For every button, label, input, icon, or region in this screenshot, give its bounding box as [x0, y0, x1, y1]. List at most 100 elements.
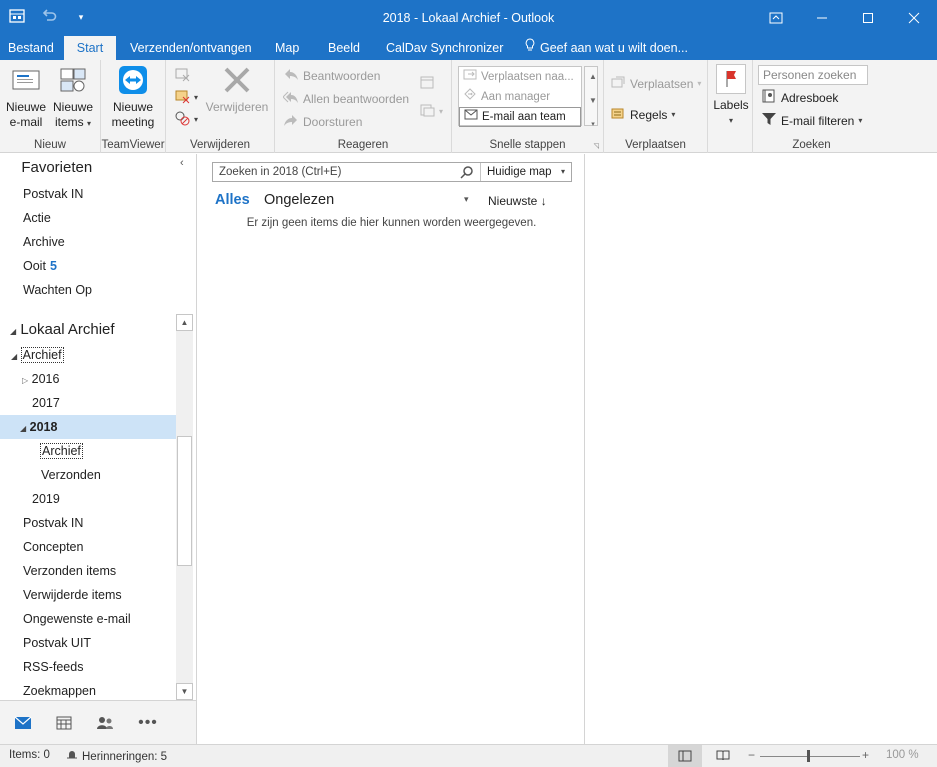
flag-icon [716, 64, 746, 94]
search-icon[interactable] [460, 165, 474, 185]
folder-postvak-uit[interactable]: Postvak UIT [0, 631, 176, 655]
folder-2018-verzonden[interactable]: Verzonden [0, 463, 176, 487]
tab-caldav-synchronizer[interactable]: CalDav Synchronizer [378, 36, 511, 60]
folder-2018-archief[interactable]: Archief [0, 439, 176, 463]
folder-zoekmappen[interactable]: Zoekmappen [0, 679, 176, 700]
zoom-slider-thumb[interactable] [807, 750, 810, 762]
tab-bestand[interactable]: Bestand [0, 36, 62, 60]
tab-verzenden-ontvangen[interactable]: Verzenden/ontvangen [122, 36, 260, 60]
close-icon[interactable] [891, 0, 937, 36]
collapse-pane-icon[interactable]: ‹ [180, 157, 184, 169]
address-book-icon [761, 88, 777, 107]
reply-all-button[interactable]: Allen beantwoorden [282, 89, 409, 108]
tab-map[interactable]: Map [267, 36, 307, 60]
people-icon[interactable] [94, 713, 116, 733]
reminders-indicator[interactable]: Herinneringen: 5 [66, 749, 167, 764]
search-scope-dropdown[interactable]: Huidige map ▾ [481, 163, 571, 181]
sort-label: Nieuwste [488, 194, 538, 208]
new-items-button[interactable]: Nieuwe items ▾ [50, 64, 96, 131]
module-switcher: ••• [0, 700, 197, 744]
lokaal-archief-label: Lokaal Archief [20, 321, 115, 338]
quick-step-move-to[interactable]: Verplaatsen naa... [459, 67, 581, 87]
maximize-icon[interactable] [845, 0, 891, 36]
filter-email-button[interactable]: E-mail filteren ▾ [761, 111, 862, 130]
folder-concepten[interactable]: Concepten [0, 535, 176, 559]
dialog-launcher-icon[interactable]: ◹ [594, 142, 599, 150]
favorite-postvak-in[interactable]: Postvak IN [0, 182, 176, 206]
filter-dropdown-icon[interactable]: ▾ [464, 194, 469, 205]
zoom-out-icon[interactable]: − [748, 748, 755, 762]
tab-beeld[interactable]: Beeld [320, 36, 368, 60]
folder-rss-feeds[interactable]: RSS-feeds [0, 655, 176, 679]
address-book-button[interactable]: Adresboek [761, 88, 838, 107]
delete-button[interactable]: Verwijderen [204, 64, 270, 115]
scroll-down-icon[interactable]: ▼ [176, 683, 193, 700]
filter-all[interactable]: Alles [215, 192, 250, 208]
calendar-icon[interactable] [53, 713, 75, 733]
junk-icon [174, 110, 190, 129]
folder-2017[interactable]: 2017 [0, 391, 176, 415]
new-items-icon [57, 64, 89, 96]
quick-steps-scroll[interactable]: ▲ ▼ ▾ [584, 66, 598, 128]
more-respond-button[interactable]: ▾ [419, 102, 443, 121]
reply-label: Beantwoorden [303, 68, 381, 83]
minimize-icon[interactable] [799, 0, 845, 36]
folder-pane-scrollbar[interactable]: ▲ ▼ [176, 314, 193, 700]
ignore-button[interactable] [174, 66, 190, 85]
quick-step-to-manager[interactable]: Aan manager [459, 87, 581, 107]
reading-view-icon[interactable] [716, 749, 730, 764]
folder-2019[interactable]: 2019 [0, 487, 176, 511]
folder-archief[interactable]: ◢ Archief [0, 343, 176, 367]
folder-2018[interactable]: ◢ 2018 [0, 415, 176, 439]
folder-2016[interactable]: ▷ 2016 [0, 367, 176, 391]
folder-verwijderde-items[interactable]: Verwijderde items [0, 583, 176, 607]
meeting-reply-button[interactable] [419, 74, 435, 93]
folder-postvak-in[interactable]: Postvak IN [0, 511, 176, 535]
group-respond-label: Reageren [337, 139, 389, 151]
title-bar: ▾ 2018 - Lokaal Archief - Outlook [0, 0, 937, 36]
new-email-button[interactable]: Nieuwe e-mail [4, 64, 48, 130]
new-meeting-label-1: Nieuwe [112, 100, 154, 114]
group-find-label: Zoeken [792, 139, 831, 151]
favorite-wachten-op[interactable]: Wachten Op [0, 278, 176, 302]
scroll-up-icon[interactable]: ▲ [176, 314, 193, 331]
normal-view-icon[interactable] [668, 745, 702, 767]
favorite-actie[interactable]: Actie [0, 206, 176, 230]
filter-unread[interactable]: Ongelezen [264, 192, 334, 208]
favorite-ooit[interactable]: Ooit 5 [0, 254, 176, 278]
folder-verzonden-items[interactable]: Verzonden items [0, 559, 176, 583]
junk-button[interactable]: ▾ [174, 110, 198, 129]
forward-button[interactable]: Doorsturen [283, 112, 362, 131]
search-bar: Zoeken in 2018 (Ctrl+E) Huidige map ▾ [212, 162, 572, 182]
clean-up-button[interactable]: ▾ [174, 88, 198, 107]
favorites-header[interactable]: ◢ Favorieten [11, 157, 92, 179]
items-count: Items: 0 [9, 749, 50, 761]
group-teamviewer-label: TeamViewer [101, 139, 165, 151]
zoom-level[interactable]: 100 % [886, 749, 919, 761]
favorites-header-label: Favorieten [21, 159, 93, 176]
quick-step-team-email[interactable]: E-mail aan team [459, 107, 581, 127]
reply-button[interactable]: Beantwoorden [283, 66, 380, 85]
scroll-thumb[interactable] [177, 436, 192, 566]
group-delete-label: Verwijderen [189, 139, 251, 151]
more-modules-icon[interactable]: ••• [137, 713, 159, 733]
tell-me-box[interactable]: Geef aan wat u wilt doen... [516, 36, 696, 60]
tab-start[interactable]: Start [64, 36, 116, 60]
zoom-slider[interactable] [760, 756, 860, 757]
mail-icon[interactable] [12, 713, 34, 733]
group-respond: Beantwoorden Allen beantwoorden Doorstur… [275, 60, 452, 153]
folder-ongewenste-email[interactable]: Ongewenste e-mail [0, 607, 176, 631]
quick-steps-gallery: Verplaatsen naa... Aan manager E-mail aa… [458, 66, 598, 128]
new-meeting-button[interactable]: Nieuwe meeting [107, 64, 159, 130]
search-people-input[interactable]: Personen zoeken [758, 65, 868, 85]
reminders-label: Herinneringen: 5 [82, 750, 168, 763]
search-input[interactable]: Zoeken in 2018 (Ctrl+E) [213, 163, 481, 181]
ribbon-display-options-icon[interactable] [753, 0, 799, 36]
lokaal-archief-header[interactable]: ◢ Lokaal Archief [10, 319, 115, 341]
labels-button[interactable]: Labels ▾ [712, 64, 750, 128]
sort-order-button[interactable]: Nieuwste ↓ [488, 194, 547, 208]
rules-button[interactable]: Regels ▾ [610, 105, 675, 124]
zoom-in-icon[interactable]: + [862, 748, 869, 762]
move-button[interactable]: Verplaatsen ▾ [610, 74, 701, 93]
favorite-archive[interactable]: Archive [0, 230, 176, 254]
